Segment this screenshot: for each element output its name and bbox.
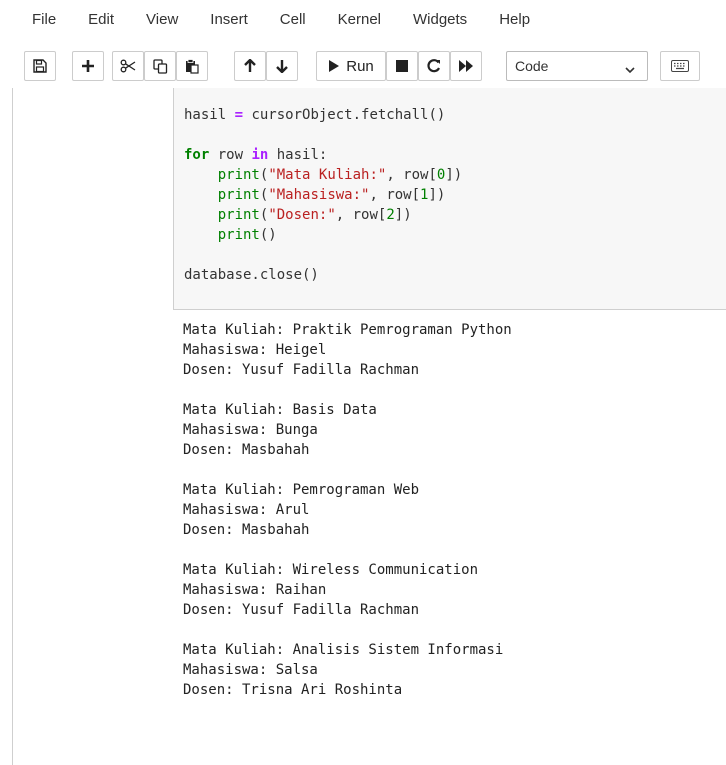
code-token: print bbox=[217, 227, 260, 243]
code-token: cursorObject.fetchall() bbox=[243, 107, 446, 123]
toolbar: Run Code bbox=[0, 46, 726, 86]
run-button[interactable]: Run bbox=[316, 51, 386, 81]
notebook-container: hasil = cursorObject.fetchall() for row … bbox=[12, 88, 726, 765]
menu-bar: File Edit View Insert Cell Kernel Widget… bbox=[0, 0, 726, 40]
menu-kernel[interactable]: Kernel bbox=[322, 0, 397, 40]
run-label: Run bbox=[346, 57, 374, 75]
cell-type-select[interactable]: Code bbox=[506, 51, 648, 81]
insert-cell-button[interactable] bbox=[72, 51, 104, 81]
code-token: print bbox=[217, 167, 260, 183]
save-icon bbox=[33, 59, 47, 73]
plus-icon bbox=[81, 59, 95, 73]
code-token: ]) bbox=[428, 187, 446, 203]
restart-button[interactable] bbox=[418, 51, 450, 81]
stop-icon bbox=[396, 60, 408, 72]
code-token: = bbox=[234, 107, 244, 123]
keyboard-icon bbox=[671, 60, 689, 72]
copy-icon bbox=[152, 58, 168, 74]
code-token: "Mata Kuliah:" bbox=[268, 167, 387, 183]
save-button[interactable] bbox=[24, 51, 56, 81]
play-icon bbox=[328, 59, 340, 73]
code-token: hasil bbox=[184, 107, 235, 123]
restart-run-all-button[interactable] bbox=[450, 51, 482, 81]
paste-icon bbox=[185, 58, 199, 74]
move-down-button[interactable] bbox=[266, 51, 298, 81]
code-line: print() bbox=[184, 227, 277, 243]
command-palette-button[interactable] bbox=[660, 51, 700, 81]
cell-type-value: Code bbox=[515, 58, 549, 74]
cut-button[interactable] bbox=[112, 51, 144, 81]
code-token: , row[ bbox=[386, 167, 437, 183]
code-token: database.close() bbox=[184, 267, 319, 283]
code-token: ]) bbox=[445, 167, 463, 183]
cell-output: Mata Kuliah: Praktik Pemrograman Python … bbox=[183, 322, 512, 698]
code-token: hasil: bbox=[268, 147, 328, 163]
chevron-down-icon bbox=[625, 61, 635, 77]
menu-widgets[interactable]: Widgets bbox=[397, 0, 483, 40]
code-line: for row in hasil: bbox=[184, 147, 327, 163]
code-editor[interactable]: hasil = cursorObject.fetchall() for row … bbox=[184, 105, 462, 285]
code-token: print bbox=[217, 187, 260, 203]
copy-button[interactable] bbox=[144, 51, 176, 81]
code-token: print bbox=[217, 207, 260, 223]
code-line: hasil = cursorObject.fetchall() bbox=[184, 107, 445, 123]
restart-icon bbox=[427, 59, 441, 73]
scissors-icon bbox=[120, 59, 136, 73]
menu-edit[interactable]: Edit bbox=[72, 0, 130, 40]
fast-forward-icon bbox=[458, 60, 474, 72]
menu-view[interactable]: View bbox=[130, 0, 194, 40]
code-line: print("Mahasiswa:", row[1]) bbox=[184, 187, 446, 203]
code-token: "Mahasiswa:" bbox=[268, 187, 370, 203]
code-token: ]) bbox=[394, 207, 412, 223]
arrow-down-icon bbox=[275, 59, 289, 73]
code-token: for bbox=[184, 147, 210, 163]
interrupt-button[interactable] bbox=[386, 51, 418, 81]
menu-help[interactable]: Help bbox=[483, 0, 546, 40]
code-line: print("Dosen:", row[2]) bbox=[184, 207, 412, 223]
menu-insert[interactable]: Insert bbox=[194, 0, 264, 40]
code-token: in bbox=[251, 147, 269, 163]
paste-button[interactable] bbox=[176, 51, 208, 81]
code-token: 2 bbox=[386, 207, 395, 223]
arrow-up-icon bbox=[243, 59, 257, 73]
code-cell-input[interactable]: hasil = cursorObject.fetchall() for row … bbox=[173, 88, 726, 310]
menu-file[interactable]: File bbox=[0, 0, 72, 40]
code-token: () bbox=[259, 227, 277, 243]
code-token: , row[ bbox=[369, 187, 421, 203]
move-up-button[interactable] bbox=[234, 51, 266, 81]
code-token: row bbox=[209, 147, 252, 163]
code-token: "Dosen:" bbox=[268, 207, 336, 223]
menu-cell[interactable]: Cell bbox=[264, 0, 322, 40]
code-token: , row[ bbox=[335, 207, 387, 223]
code-line: print("Mata Kuliah:", row[0]) bbox=[184, 167, 462, 183]
code-line: database.close() bbox=[184, 267, 319, 283]
